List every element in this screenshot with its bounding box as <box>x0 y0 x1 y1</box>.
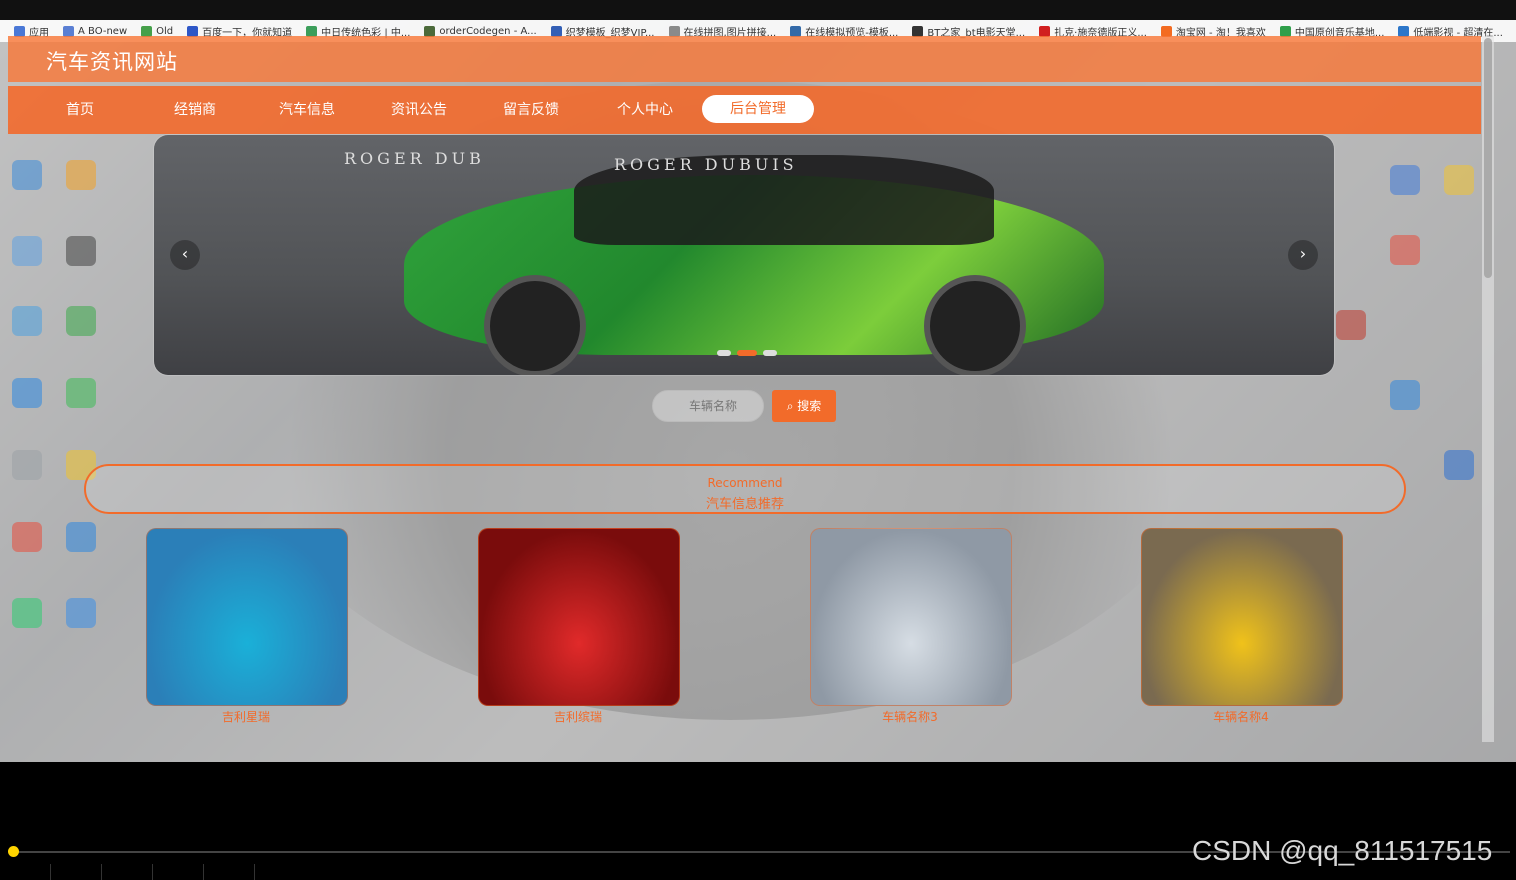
bookmark-item[interactable]: A BO-new <box>63 25 128 37</box>
site-title: 汽车资讯网站 <box>46 50 178 74</box>
car-name-search-input[interactable]: 车辆名称 <box>652 390 764 422</box>
desktop-icon <box>66 160 96 190</box>
car-card-image[interactable] <box>1141 528 1343 706</box>
bookmark-icon <box>1398 25 1410 37</box>
desktop-icon <box>12 160 42 190</box>
nav-item-profile[interactable]: 个人中心 <box>617 99 673 119</box>
bookmark-icon <box>1160 25 1172 37</box>
banner-wheel <box>924 275 1026 375</box>
csdn-watermark: CSDN @qq_811517515 <box>1192 835 1493 866</box>
desktop-icon <box>12 450 42 480</box>
search-button[interactable]: ⌕ 搜索 <box>772 390 836 422</box>
bookmark-item[interactable]: orderCodegen - A... <box>424 25 537 37</box>
bookmark-icon <box>14 25 25 37</box>
bookmark-icon <box>306 25 318 37</box>
video-progress-handle[interactable] <box>8 846 19 857</box>
desktop-icon <box>1390 165 1420 195</box>
bookmark-icon <box>550 25 562 37</box>
banner-text: ROGER DUBUIS <box>614 155 798 174</box>
car-card-label[interactable]: 车辆名称3 <box>810 708 1010 725</box>
desktop-icon <box>12 522 42 552</box>
car-card-label[interactable]: 吉利缤瑞 <box>478 708 678 725</box>
bookmark-icon <box>1039 25 1051 37</box>
bookmark-icon <box>424 25 436 37</box>
desktop-icon <box>12 598 42 628</box>
bookmark-label: A BO-new <box>78 25 128 37</box>
desktop-icon <box>66 306 96 336</box>
carousel-next-button[interactable]: › <box>1288 240 1318 270</box>
nav-item-dealers[interactable]: 经销商 <box>174 99 216 119</box>
search-button-label: 搜索 <box>797 399 822 413</box>
bookmark-icon <box>187 25 199 37</box>
desktop-icon <box>66 378 96 408</box>
car-card-image[interactable] <box>478 528 680 706</box>
taskbar-tabs <box>0 864 260 880</box>
desktop-icon <box>12 236 42 266</box>
carousel-dot[interactable] <box>763 350 777 356</box>
recommend-title-cn: 汽车信息推荐 <box>705 497 784 512</box>
taskbar-tab[interactable] <box>51 864 102 880</box>
bookmark-label: orderCodegen - A... <box>439 25 537 37</box>
nav-item-news[interactable]: 资讯公告 <box>391 99 447 119</box>
carousel-indicators <box>717 350 777 356</box>
banner-wheel <box>484 275 586 375</box>
search-icon: ⌕ <box>786 399 794 413</box>
desktop-icon <box>66 598 96 628</box>
recommend-banner: Recommend 汽车信息推荐 <box>84 464 1406 514</box>
nav-item-admin[interactable]: 后台管理 <box>702 95 814 123</box>
carousel-prev-button[interactable]: ‹ <box>170 240 200 270</box>
site-header <box>8 36 1481 82</box>
taskbar-tab[interactable] <box>102 864 153 880</box>
carousel-dot-active[interactable] <box>737 350 757 356</box>
bookmark-label: Old <box>156 25 174 37</box>
recommend-title-en: Recommend <box>707 476 783 490</box>
car-card-image[interactable] <box>146 528 348 706</box>
bookmark-item[interactable]: Old <box>141 25 174 37</box>
taskbar-tab[interactable] <box>0 864 51 880</box>
nav-item-feedback[interactable]: 留言反馈 <box>503 99 559 119</box>
bookmark-icon <box>1279 25 1291 37</box>
bookmark-icon <box>790 25 802 37</box>
desktop-icon <box>1444 165 1474 195</box>
window-title-bar <box>0 0 1516 20</box>
car-card-image[interactable] <box>810 528 1012 706</box>
desktop-icon <box>66 236 96 266</box>
car-card-label[interactable]: 车辆名称4 <box>1141 708 1341 725</box>
hero-carousel[interactable]: ROGER DUB ROGER DUBUIS <box>154 135 1334 375</box>
carousel-dot[interactable] <box>717 350 731 356</box>
desktop-icon <box>1390 380 1420 410</box>
bookmark-icon <box>912 25 924 37</box>
scrollbar-thumb[interactable] <box>1484 38 1492 278</box>
taskbar-tab[interactable] <box>153 864 204 880</box>
page-scrollbar[interactable] <box>1482 36 1494 742</box>
bookmark-icon <box>141 25 153 37</box>
desktop-icon <box>1444 450 1474 480</box>
nav-item-car-info[interactable]: 汽车信息 <box>279 99 335 119</box>
bookmark-icon <box>668 25 680 37</box>
taskbar-tab[interactable] <box>204 864 255 880</box>
car-card-label[interactable]: 吉利星瑞 <box>146 708 346 725</box>
desktop-icon <box>12 378 42 408</box>
desktop-icon <box>66 522 96 552</box>
desktop-icon <box>12 306 42 336</box>
bookmark-icon <box>63 25 74 37</box>
desktop-icon <box>1336 310 1366 340</box>
banner-text: ROGER DUB <box>344 149 485 168</box>
desktop-icon <box>1390 235 1420 265</box>
nav-item-home[interactable]: 首页 <box>66 99 94 119</box>
